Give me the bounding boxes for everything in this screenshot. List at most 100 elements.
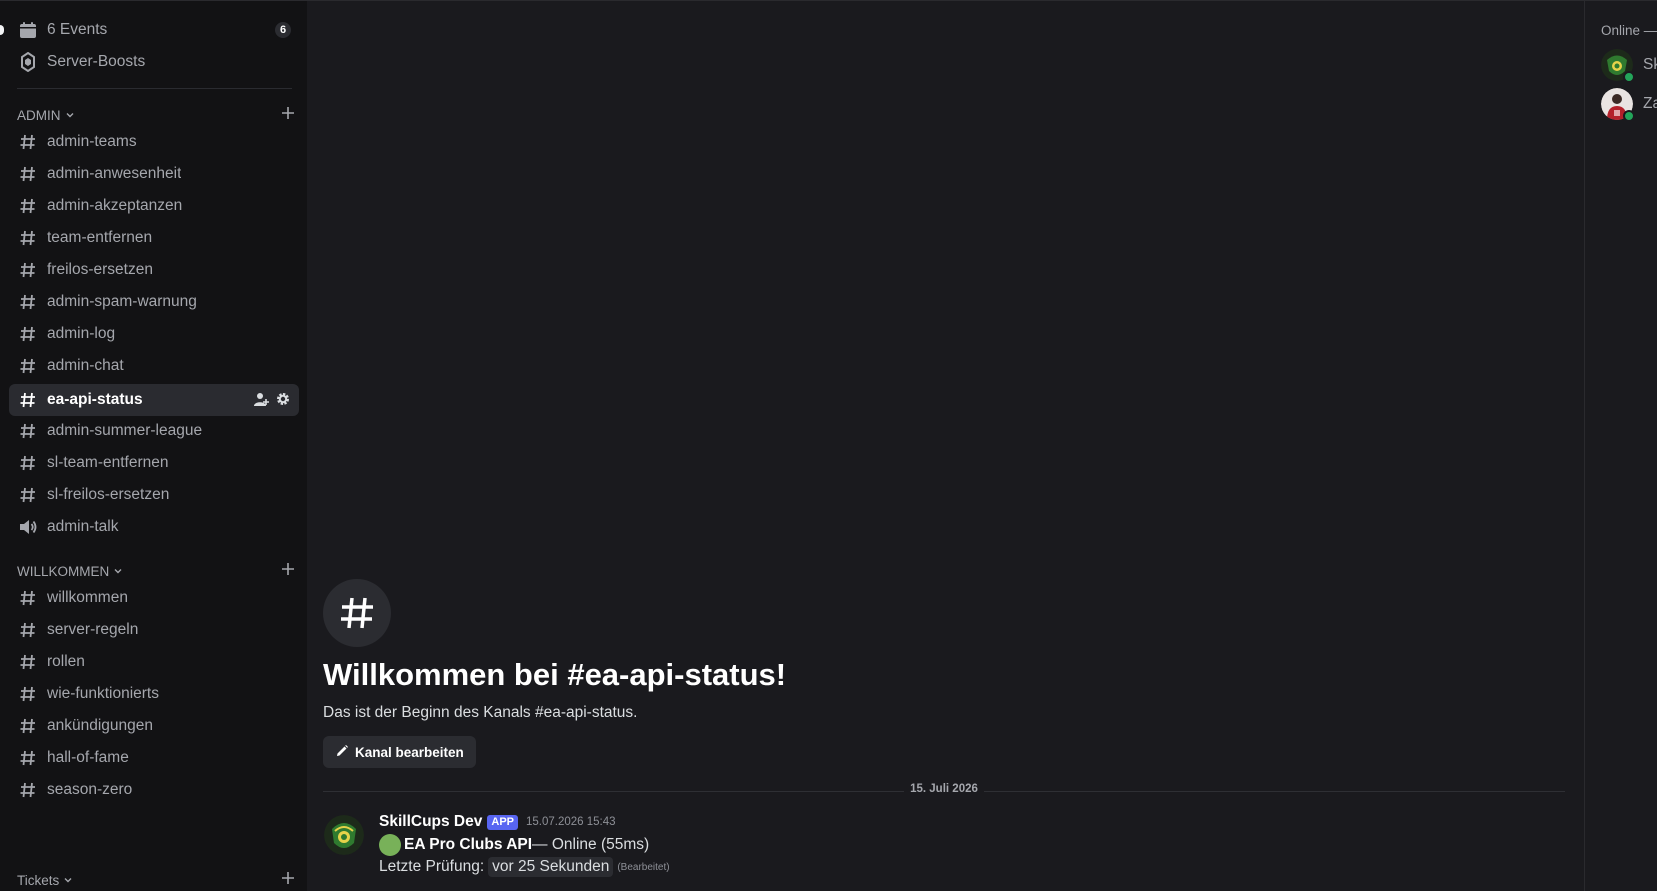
- edit-channel-label: Kanal bearbeiten: [355, 744, 464, 760]
- channel-label: server-regeln: [47, 621, 139, 638]
- channel-sl-freilos-ersetzen[interactable]: sl-freilos-ersetzen: [9, 479, 299, 511]
- avatar: [1601, 49, 1635, 83]
- category-label: Tickets: [17, 872, 60, 888]
- hashtag-icon: [18, 390, 38, 410]
- message-author[interactable]: SkillCups Dev: [379, 813, 482, 831]
- channel-admin-talk[interactable]: admin-talk: [9, 511, 299, 543]
- hashtag-icon: [18, 356, 38, 376]
- channel-ankuendigungen[interactable]: ankündigungen: [9, 710, 299, 742]
- calendar-icon: [18, 20, 38, 40]
- events-count-badge: 6: [275, 22, 291, 38]
- hashtag-icon: [18, 228, 38, 248]
- channel-label: admin-spam-warnung: [47, 293, 197, 310]
- channel-label: season-zero: [47, 781, 133, 798]
- category-label: WILLKOMMEN: [17, 563, 110, 579]
- pencil-icon: [335, 744, 349, 761]
- service-name: EA Pro Clubs API: [404, 836, 533, 853]
- chevron-down-icon: [113, 566, 123, 576]
- channel-admin-akzeptanzen[interactable]: admin-akzeptanzen: [9, 190, 299, 222]
- channel-admin-summer-league[interactable]: admin-summer-league: [9, 415, 299, 447]
- channel-label: team-entfernen: [47, 229, 153, 246]
- hashtag-icon: [18, 260, 38, 280]
- hashtag-icon: [18, 485, 38, 505]
- channel-label: wie-funktionierts: [47, 685, 159, 702]
- message-status-line: EA Pro Clubs API — Online (55ms): [379, 834, 649, 856]
- channel-sl-team-entfernen[interactable]: sl-team-entfernen: [9, 447, 299, 479]
- channel-admin-teams[interactable]: admin-teams: [9, 126, 299, 158]
- invite-user-icon[interactable]: [253, 391, 269, 412]
- channel-admin-chat[interactable]: admin-chat: [9, 350, 299, 382]
- channel-ea-api-status[interactable]: ea-api-status: [9, 384, 299, 416]
- channel-wie-funktionierts[interactable]: wie-funktionierts: [9, 678, 299, 710]
- channel-label: ankündigungen: [47, 717, 154, 734]
- hashtag-icon: [18, 292, 38, 312]
- add-channel-icon[interactable]: [281, 562, 295, 576]
- member-item[interactable]: Sk: [1601, 48, 1657, 83]
- members-online-header: Online —: [1601, 23, 1657, 38]
- edit-channel-button[interactable]: Kanal bearbeiten: [323, 736, 476, 768]
- hashtag-icon: [18, 164, 38, 184]
- gear-icon[interactable]: [275, 391, 291, 412]
- hashtag-icon: [18, 620, 38, 640]
- channel-label: admin-log: [47, 325, 116, 342]
- channel-server-regeln[interactable]: server-regeln: [9, 614, 299, 646]
- avatar[interactable]: [324, 815, 364, 855]
- hashtag-icon: [18, 716, 38, 736]
- category-admin[interactable]: ADMIN: [17, 104, 295, 126]
- date-divider-label-wrap: 15. Juli 2026: [307, 783, 1581, 795]
- message-timestamp: 15.07.2026 15:43: [526, 816, 616, 828]
- welcome-subtitle: Das ist der Beginn des Kanals #ea-api-st…: [323, 704, 638, 721]
- channel-label: admin-talk: [47, 518, 119, 535]
- sidebar-item-label: 6 Events: [47, 21, 108, 38]
- channel-hall-of-fame[interactable]: hall-of-fame: [9, 742, 299, 774]
- avatar: [1601, 88, 1635, 122]
- category-label: ADMIN: [17, 107, 61, 123]
- hashtag-icon: [18, 196, 38, 216]
- hashtag-icon: [18, 588, 38, 608]
- message-header: SkillCups Dev APP 15.07.2026 15:43: [379, 813, 616, 831]
- channel-willkommen[interactable]: willkommen: [9, 582, 299, 614]
- sidebar-item-server-boosts[interactable]: Server-Boosts: [9, 46, 299, 78]
- hashtag-icon: [18, 453, 38, 473]
- message-check-line: Letzte Prüfung: vor 25 Sekunden (Bearbei…: [379, 857, 670, 877]
- member-list: Online — Sk Za: [1584, 0, 1657, 891]
- green-circle-icon: [379, 834, 401, 856]
- channel-hashtag-icon: [323, 579, 391, 647]
- hashtag-icon: [18, 132, 38, 152]
- channel-admin-spam-warnung[interactable]: admin-spam-warnung: [9, 286, 299, 318]
- boost-icon: [18, 52, 38, 72]
- unread-indicator: [0, 25, 4, 35]
- sidebar-item-events[interactable]: 6 Events 6: [9, 14, 299, 46]
- category-tickets[interactable]: Tickets: [17, 869, 295, 891]
- category-willkommen[interactable]: WILLKOMMEN: [17, 560, 295, 582]
- hashtag-icon: [18, 652, 38, 672]
- sidebar-divider: [17, 88, 292, 89]
- date-divider-label: 15. Juli 2026: [904, 783, 984, 795]
- channel-admin-log[interactable]: admin-log: [9, 318, 299, 350]
- member-name: Za: [1643, 95, 1657, 112]
- hashtag-icon: [18, 324, 38, 344]
- relative-time-chip: vor 25 Sekunden: [488, 857, 614, 877]
- hashtag-icon: [18, 780, 38, 800]
- speaker-icon: [18, 517, 38, 537]
- channel-season-zero[interactable]: season-zero: [9, 774, 299, 806]
- member-item[interactable]: Za: [1601, 87, 1657, 122]
- edited-marker: (Bearbeitet): [617, 861, 670, 873]
- hashtag-icon: [18, 421, 38, 441]
- channel-label: admin-anwesenheit: [47, 165, 182, 182]
- channel-label: sl-freilos-ersetzen: [47, 486, 170, 503]
- channel-team-entfernen[interactable]: team-entfernen: [9, 222, 299, 254]
- chevron-down-icon: [63, 875, 73, 885]
- app-tag-badge: APP: [487, 814, 518, 830]
- hashtag-icon: [18, 684, 38, 704]
- add-channel-icon[interactable]: [281, 871, 295, 885]
- channel-rollen[interactable]: rollen: [9, 646, 299, 678]
- channel-freilos-ersetzen[interactable]: freilos-ersetzen: [9, 254, 299, 286]
- hashtag-icon: [18, 748, 38, 768]
- channel-label: admin-summer-league: [47, 422, 203, 439]
- channel-label: ea-api-status: [47, 391, 143, 408]
- channel-label: admin-teams: [47, 133, 137, 150]
- add-channel-icon[interactable]: [281, 106, 295, 120]
- online-status-icon: [1623, 110, 1635, 122]
- channel-admin-anwesenheit[interactable]: admin-anwesenheit: [9, 158, 299, 190]
